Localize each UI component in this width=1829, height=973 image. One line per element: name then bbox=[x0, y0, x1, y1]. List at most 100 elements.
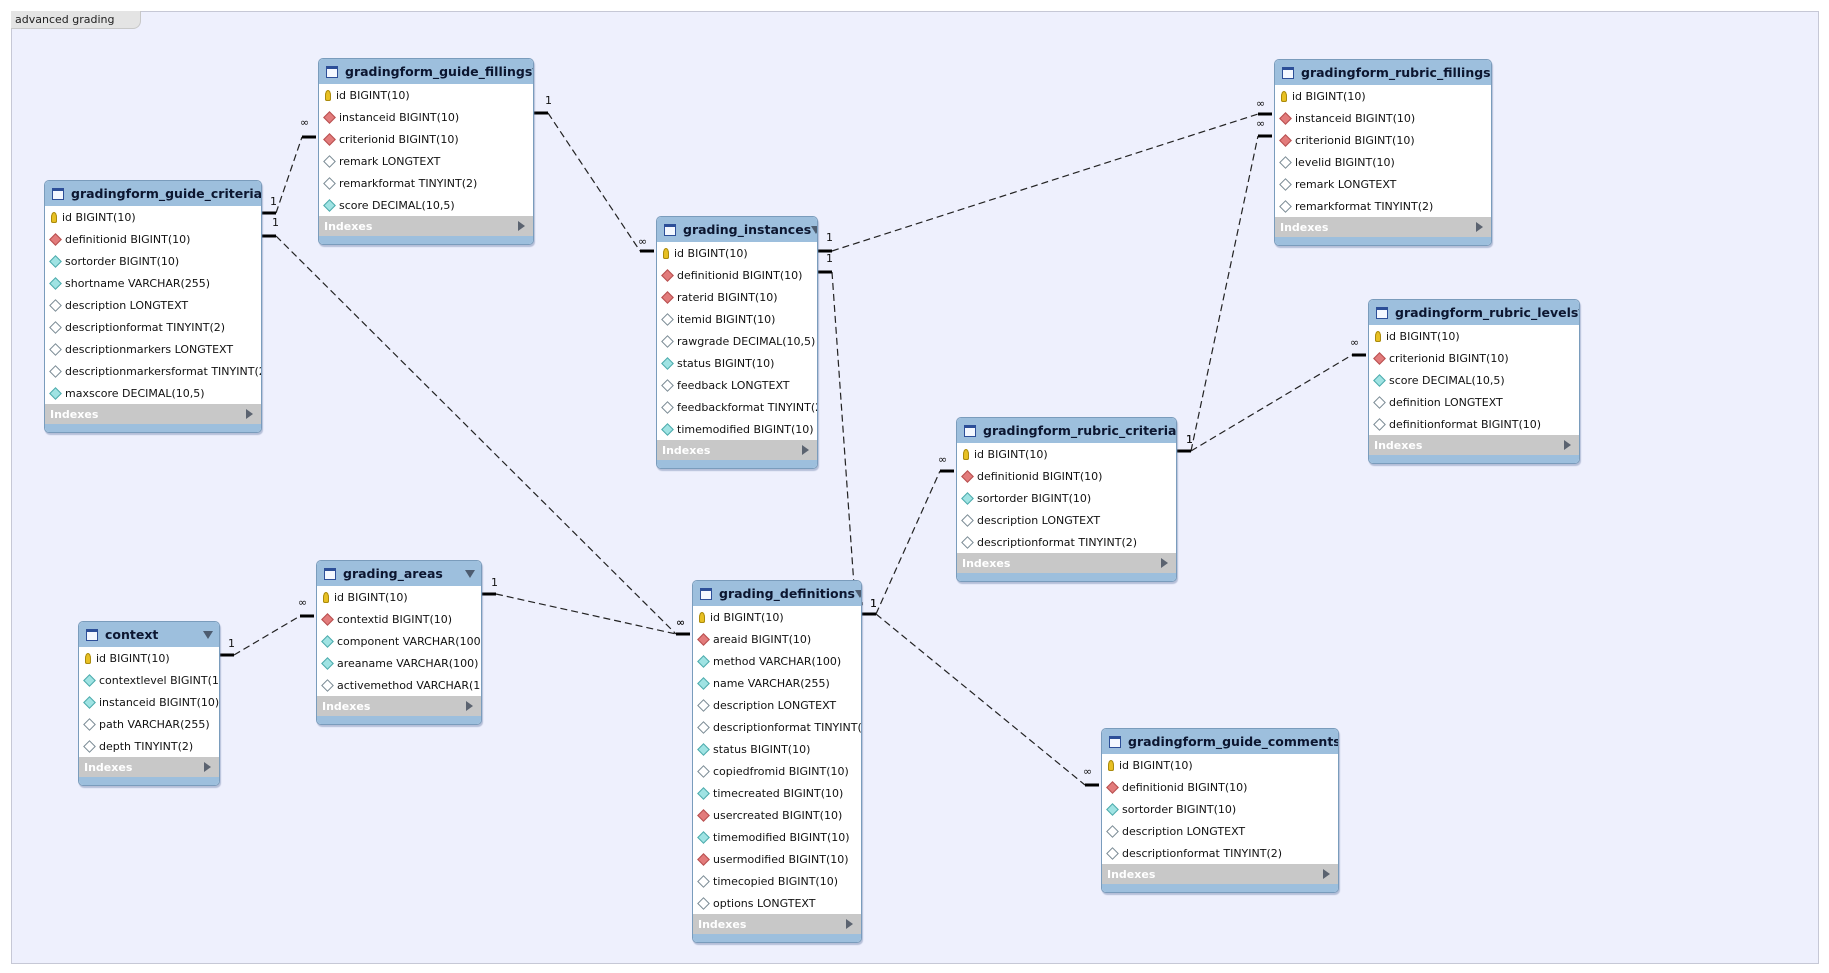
column-row[interactable]: path VARCHAR(255) bbox=[79, 713, 219, 735]
column-row[interactable]: score DECIMAL(10,5) bbox=[1369, 369, 1579, 391]
column-row[interactable]: timemodified BIGINT(10) bbox=[693, 826, 861, 848]
column-row[interactable]: itemid BIGINT(10) bbox=[657, 308, 817, 330]
relationship-rubric-criteria-to-rubric-fillings[interactable]: 1∞ bbox=[1177, 117, 1272, 453]
column-row[interactable]: id BIGINT(10) bbox=[317, 586, 481, 608]
column-row[interactable]: descriptionformat TINYINT(2) bbox=[693, 716, 861, 738]
relationship-grading-areas-to-grading-definitions[interactable]: 1∞ bbox=[482, 576, 690, 636]
column-row[interactable]: rawgrade DECIMAL(10,5) bbox=[657, 330, 817, 352]
column-row[interactable]: descriptionmarkersformat TINYINT(2) bbox=[45, 360, 261, 382]
table-grading-instances[interactable]: grading_instances id BIGINT(10) definition… bbox=[656, 216, 818, 469]
table-rubric-fillings[interactable]: gradingform_rubric_fillings id BIGINT(10)… bbox=[1274, 59, 1492, 246]
expand-triangle-icon[interactable] bbox=[246, 409, 253, 419]
column-row[interactable]: timecopied BIGINT(10) bbox=[693, 870, 861, 892]
table-header[interactable]: gradingform_guide_comments bbox=[1102, 729, 1338, 754]
column-row[interactable]: id BIGINT(10) bbox=[79, 647, 219, 669]
column-row[interactable]: raterid BIGINT(10) bbox=[657, 286, 817, 308]
column-row[interactable]: descriptionformat TINYINT(2) bbox=[957, 531, 1176, 553]
column-row[interactable]: criterionid BIGINT(10) bbox=[1275, 129, 1491, 151]
table-header[interactable]: grading_definitions bbox=[693, 581, 861, 606]
column-row[interactable]: criterionid BIGINT(10) bbox=[1369, 347, 1579, 369]
indexes-section[interactable]: Indexes bbox=[1102, 864, 1338, 884]
table-header[interactable]: gradingform_guide_fillings bbox=[319, 59, 533, 84]
indexes-section[interactable]: Indexes bbox=[319, 216, 533, 236]
column-row[interactable]: criterionid BIGINT(10) bbox=[319, 128, 533, 150]
table-guide-fillings[interactable]: gradingform_guide_fillings id BIGINT(10) i… bbox=[318, 58, 534, 245]
column-row[interactable]: definitionid BIGINT(10) bbox=[1102, 776, 1338, 798]
column-row[interactable]: id BIGINT(10) bbox=[1102, 754, 1338, 776]
column-row[interactable]: method VARCHAR(100) bbox=[693, 650, 861, 672]
column-row[interactable]: instanceid BIGINT(10) bbox=[79, 691, 219, 713]
column-row[interactable]: id BIGINT(10) bbox=[319, 84, 533, 106]
collapse-triangle-icon[interactable] bbox=[532, 67, 533, 76]
column-row[interactable]: depth TINYINT(2) bbox=[79, 735, 219, 757]
relationship-grading-definitions-to-guide-comments[interactable]: 1∞ bbox=[862, 597, 1099, 787]
column-row[interactable]: sortorder BIGINT(10) bbox=[957, 487, 1176, 509]
indexes-section[interactable]: Indexes bbox=[1275, 217, 1491, 237]
indexes-section[interactable]: Indexes bbox=[45, 404, 261, 424]
column-row[interactable]: description LONGTEXT bbox=[957, 509, 1176, 531]
column-row[interactable]: id BIGINT(10) bbox=[1275, 85, 1491, 107]
table-header[interactable]: gradingform_rubric_criteria bbox=[957, 418, 1176, 443]
collapse-triangle-icon[interactable] bbox=[1176, 427, 1177, 435]
table-rubric-criteria[interactable]: gradingform_rubric_criteria id BIGINT(10)… bbox=[956, 417, 1177, 582]
relationship-context-to-grading-areas[interactable]: 1∞ bbox=[220, 596, 314, 657]
table-header[interactable]: gradingform_rubric_levels bbox=[1369, 300, 1579, 325]
column-row[interactable]: remark LONGTEXT bbox=[319, 150, 533, 172]
column-row[interactable]: definitionid BIGINT(10) bbox=[657, 264, 817, 286]
column-row[interactable]: descriptionformat TINYINT(2) bbox=[1102, 842, 1338, 864]
column-row[interactable]: id BIGINT(10) bbox=[657, 242, 817, 264]
indexes-section[interactable]: Indexes bbox=[693, 914, 861, 934]
indexes-section[interactable]: Indexes bbox=[957, 553, 1176, 573]
column-row[interactable]: instanceid BIGINT(10) bbox=[319, 106, 533, 128]
collapse-triangle-icon[interactable] bbox=[203, 630, 213, 639]
relationship-grading-instances-to-guide-fillings[interactable]: 1∞ bbox=[534, 94, 654, 253]
column-row[interactable]: copiedfromid BIGINT(10) bbox=[693, 760, 861, 782]
column-row[interactable]: sortorder BIGINT(10) bbox=[45, 250, 261, 272]
indexes-section[interactable]: Indexes bbox=[657, 440, 817, 460]
column-row[interactable]: description LONGTEXT bbox=[693, 694, 861, 716]
indexes-section[interactable]: Indexes bbox=[79, 757, 219, 777]
relationship-grading-instances-to-rubric-fillings[interactable]: 1∞ bbox=[818, 97, 1272, 253]
column-row[interactable]: levelid BIGINT(10) bbox=[1275, 151, 1491, 173]
relationship-rubric-criteria-to-rubric-levels[interactable]: 1∞ bbox=[1177, 336, 1366, 453]
table-header[interactable]: gradingform_guide_criteria bbox=[45, 181, 261, 206]
expand-triangle-icon[interactable] bbox=[1161, 558, 1168, 568]
column-row[interactable]: definitionformat BIGINT(10) bbox=[1369, 413, 1579, 435]
table-grading-areas[interactable]: grading_areas id BIGINT(10) contextid BIGI… bbox=[316, 560, 482, 725]
expand-triangle-icon[interactable] bbox=[518, 221, 525, 231]
column-row[interactable]: status BIGINT(10) bbox=[657, 352, 817, 374]
column-row[interactable]: descriptionformat TINYINT(2) bbox=[45, 316, 261, 338]
indexes-section[interactable]: Indexes bbox=[317, 696, 481, 716]
table-grading-definitions[interactable]: grading_definitions id BIGINT(10) areaid B… bbox=[692, 580, 862, 943]
table-header[interactable]: grading_instances bbox=[657, 217, 817, 242]
column-row[interactable]: remark LONGTEXT bbox=[1275, 173, 1491, 195]
table-header[interactable]: context bbox=[79, 622, 219, 647]
collapse-triangle-icon[interactable] bbox=[465, 569, 475, 578]
column-row[interactable]: sortorder BIGINT(10) bbox=[1102, 798, 1338, 820]
column-row[interactable]: activemethod VARCHAR(100) bbox=[317, 674, 481, 696]
expand-triangle-icon[interactable] bbox=[802, 445, 809, 455]
column-row[interactable]: remarkformat TINYINT(2) bbox=[319, 172, 533, 194]
column-row[interactable]: id BIGINT(10) bbox=[1369, 325, 1579, 347]
column-row[interactable]: contextid BIGINT(10) bbox=[317, 608, 481, 630]
column-row[interactable]: status BIGINT(10) bbox=[693, 738, 861, 760]
expand-triangle-icon[interactable] bbox=[846, 919, 853, 929]
column-row[interactable]: description LONGTEXT bbox=[45, 294, 261, 316]
column-row[interactable]: id BIGINT(10) bbox=[957, 443, 1176, 465]
table-guide-comments[interactable]: gradingform_guide_comments id BIGINT(10) d… bbox=[1101, 728, 1339, 893]
column-row[interactable]: definition LONGTEXT bbox=[1369, 391, 1579, 413]
table-context[interactable]: context id BIGINT(10) contextlevel BIGINT(… bbox=[78, 621, 220, 786]
relationship-guide-criteria-to-guide-fillings[interactable]: 1∞ bbox=[262, 116, 316, 215]
expand-triangle-icon[interactable] bbox=[1564, 440, 1571, 450]
column-row[interactable]: maxscore DECIMAL(10,5) bbox=[45, 382, 261, 404]
indexes-section[interactable]: Indexes bbox=[1369, 435, 1579, 455]
column-row[interactable]: options LONGTEXT bbox=[693, 892, 861, 914]
column-row[interactable]: score DECIMAL(10,5) bbox=[319, 194, 533, 216]
table-guide-criteria[interactable]: gradingform_guide_criteria id BIGINT(10) d… bbox=[44, 180, 262, 433]
column-row[interactable]: descriptionmarkers LONGTEXT bbox=[45, 338, 261, 360]
column-row[interactable]: description LONGTEXT bbox=[1102, 820, 1338, 842]
column-row[interactable]: name VARCHAR(255) bbox=[693, 672, 861, 694]
expand-triangle-icon[interactable] bbox=[1323, 869, 1330, 879]
expand-triangle-icon[interactable] bbox=[1476, 222, 1483, 232]
collapse-triangle-icon[interactable] bbox=[1578, 308, 1579, 317]
